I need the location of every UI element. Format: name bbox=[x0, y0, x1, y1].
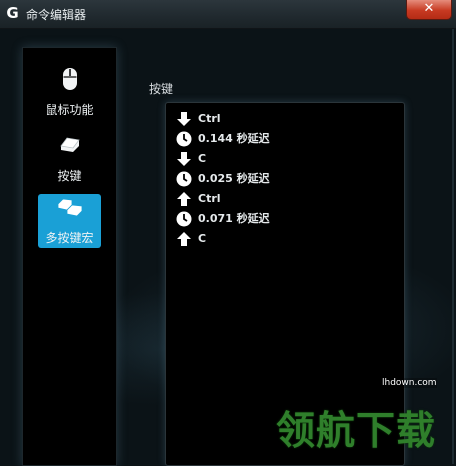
window-body: 鼠标功能 按键 多按键宏 按键 Ctrl 0.144 秒延迟 C 0.025 秒… bbox=[0, 29, 456, 466]
logitech-g-logo-icon: G bbox=[6, 4, 19, 22]
sidebar-item-multi-key-macro[interactable]: 多按键宏 bbox=[38, 194, 101, 248]
list-item[interactable]: 0.025 秒延迟 bbox=[176, 170, 396, 188]
watermark-logo: 领航下载 bbox=[276, 409, 437, 454]
window-edge bbox=[452, 29, 454, 464]
arrow-down-icon bbox=[177, 152, 191, 166]
sidebar-item-label: 鼠标功能 bbox=[45, 103, 94, 117]
event-text: 0.025 秒延迟 bbox=[198, 172, 270, 185]
arrow-down-icon bbox=[177, 112, 191, 126]
title-bar: G 命令编辑器 ✕ bbox=[0, 0, 456, 29]
sidebar-item-label: 按键 bbox=[57, 169, 82, 183]
list-item[interactable]: 0.071 秒延迟 bbox=[176, 210, 396, 228]
multi-key-icon bbox=[57, 198, 82, 217]
arrow-up-icon bbox=[177, 192, 191, 206]
sidebar-item-keystroke[interactable]: 按键 bbox=[38, 132, 101, 186]
sidebar: 鼠标功能 按键 多按键宏 bbox=[22, 47, 117, 466]
event-text: Ctrl bbox=[198, 112, 221, 125]
list-item[interactable]: Ctrl bbox=[176, 190, 396, 208]
section-label-keystrokes: 按键 bbox=[149, 82, 174, 96]
sidebar-item-mouse-functions[interactable]: 鼠标功能 bbox=[38, 66, 101, 120]
list-item[interactable]: Ctrl bbox=[176, 110, 396, 128]
event-text: Ctrl bbox=[198, 192, 221, 205]
list-item[interactable]: C bbox=[176, 150, 396, 168]
arrow-up-icon bbox=[177, 232, 191, 246]
event-text: 0.144 秒延迟 bbox=[198, 132, 270, 145]
event-text: C bbox=[198, 232, 207, 245]
event-text: 0.071 秒延迟 bbox=[198, 212, 270, 225]
mouse-icon bbox=[62, 68, 77, 90]
watermark-url: lhdown.com bbox=[382, 378, 437, 388]
clock-icon bbox=[176, 131, 192, 147]
list-item[interactable]: C bbox=[176, 230, 396, 248]
event-text: C bbox=[198, 152, 207, 165]
clock-icon bbox=[176, 171, 192, 187]
sidebar-item-label: 多按键宏 bbox=[45, 231, 94, 245]
close-button[interactable]: ✕ bbox=[406, 0, 452, 20]
list-item[interactable]: 0.144 秒延迟 bbox=[176, 130, 396, 148]
clock-icon bbox=[176, 211, 192, 227]
close-icon: ✕ bbox=[423, 1, 435, 16]
window-title: 命令编辑器 bbox=[26, 8, 87, 22]
key-icon bbox=[59, 137, 80, 152]
